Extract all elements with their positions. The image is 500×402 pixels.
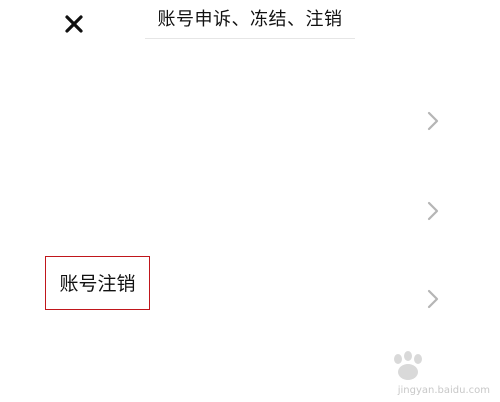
list-item-2[interactable] [0,166,500,256]
account-cancellation-label: 账号注销 [45,256,150,310]
list-item-label [45,76,150,130]
page-title: 账号申诉、冻结、注销 [145,4,355,39]
chevron-right-icon [427,111,439,131]
close-icon [65,15,83,33]
list-item-label [45,166,150,220]
watermark: jingyan.baidu.com [364,348,494,396]
close-button[interactable] [58,8,90,40]
watermark-text: jingyan.baidu.com [397,385,490,396]
list-item-account-cancellation[interactable]: 账号注销 [0,256,500,346]
chevron-right-icon [427,289,439,309]
list-item-1[interactable] [0,76,500,166]
header-bar: 账号申诉、冻结、注销 [0,0,500,44]
baidu-paw-logo [394,351,422,380]
chevron-right-icon [427,201,439,221]
page: 账号申诉、冻结、注销 账号注销 jingyan.baidu.com [0,0,500,402]
